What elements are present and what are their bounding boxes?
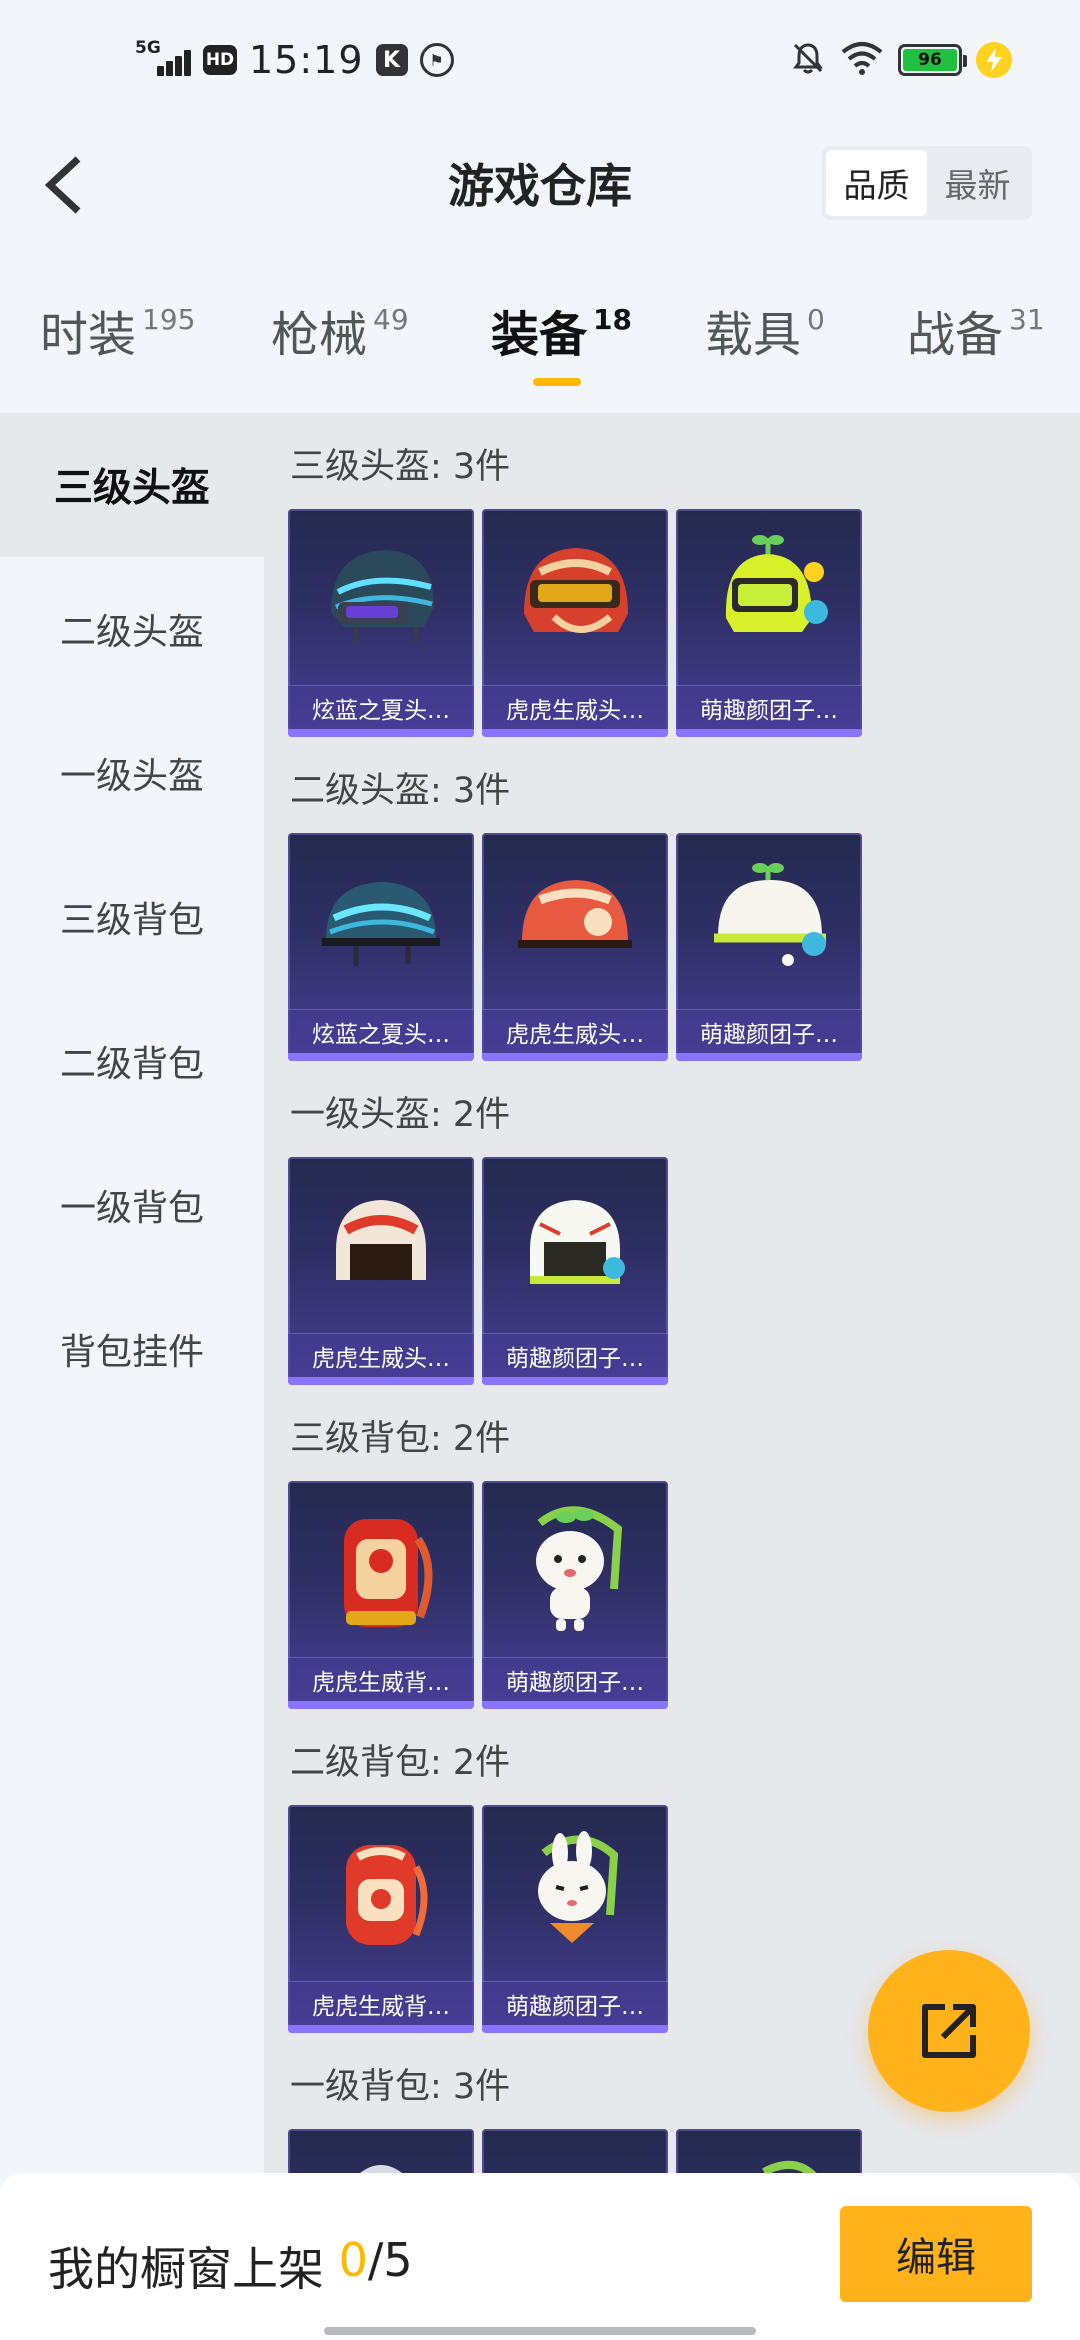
item-card[interactable]: 萌趣颜团子… <box>482 1157 668 1385</box>
showcase-total: /5 <box>367 2233 413 2287</box>
red-open-helmet-icon <box>288 1157 474 1333</box>
item-name: 虎虎生威头… <box>482 1009 668 1053</box>
red-helmet-icon <box>482 833 668 1009</box>
tab-combat-supplies[interactable]: 战备 31 <box>907 300 1045 370</box>
red-backpack-icon <box>288 1481 474 1657</box>
blue-helmet-icon <box>288 833 474 1009</box>
section-title: 二级背包: 2件 <box>290 1743 511 1783</box>
sort-toggle: 品质 最新 <box>822 146 1032 220</box>
sidebar-item-backpack-charm[interactable]: 背包挂件 <box>0 1277 264 1421</box>
item-name: 虎虎生威背… <box>288 1981 474 2025</box>
tab-fashion[interactable]: 时装 195 <box>40 300 195 370</box>
item-name: 炫蓝之夏头… <box>288 1009 474 1053</box>
item-name: 虎虎生威头… <box>288 1333 474 1377</box>
item-name: 萌趣颜团子… <box>676 685 862 729</box>
item-name: 萌趣颜团子… <box>482 1981 668 2025</box>
sidebar-item-level1-backpack[interactable]: 一级背包 <box>0 1133 264 1277</box>
section-title: 三级头盔: 3件 <box>290 447 511 487</box>
item-card[interactable]: 萌趣颜团子… <box>676 509 862 737</box>
blue-helmet-icon <box>288 509 474 685</box>
sidebar-item-level2-backpack[interactable]: 二级背包 <box>0 989 264 1133</box>
app-notification-icon-2: ⚑ <box>419 43 454 77</box>
item-card[interactable]: 虎虎生威背… <box>288 1805 474 2033</box>
sidebar-item-level1-helmet[interactable]: 一级头盔 <box>0 701 264 845</box>
item-name: 虎虎生威头… <box>482 685 668 729</box>
showcase-count: 0 <box>338 2233 368 2287</box>
section-title: 一级背包: 3件 <box>290 2067 511 2107</box>
backpack-icon <box>676 2129 862 2173</box>
item-card[interactable]: 虎虎生威背… <box>288 1481 474 1709</box>
item-list: 三级头盔: 3件 炫蓝之夏头… 虎虎生威头… 萌趣颜团子… 二级头盔: 3件 炫… <box>264 413 1080 2173</box>
app-notification-icon: K <box>375 44 408 76</box>
tab-firearms[interactable]: 枪械 49 <box>271 300 409 370</box>
item-card[interactable] <box>482 2129 668 2173</box>
section-title: 二级头盔: 3件 <box>290 771 511 811</box>
battery-level: 96 <box>903 49 957 71</box>
bun-backpack-icon <box>482 1805 668 1981</box>
item-card[interactable]: 萌趣颜团子… <box>482 1481 668 1709</box>
cellular-signal-icon: 5G <box>135 38 191 80</box>
share-button[interactable] <box>868 1950 1030 2112</box>
item-card[interactable]: 虎虎生威头… <box>482 509 668 737</box>
bottom-bar: 我的橱窗上架 0 /5 编辑 <box>0 2173 1080 2340</box>
item-card[interactable]: 虎虎生威头… <box>482 833 668 1061</box>
sort-quality-button[interactable]: 品质 <box>826 150 927 216</box>
battery-icon: 96 <box>898 44 967 76</box>
sidebar-item-level2-helmet[interactable]: 二级头盔 <box>0 557 264 701</box>
sidebar-item-level3-helmet[interactable]: 三级头盔 <box>0 413 264 557</box>
bun-backpack-icon <box>482 1481 668 1657</box>
white-green-helmet-icon <box>676 833 862 1009</box>
back-arrow-icon <box>44 156 81 214</box>
section-title: 三级背包: 2件 <box>290 1419 511 1459</box>
back-button[interactable] <box>24 140 104 230</box>
tab-equipment[interactable]: 装备 18 <box>491 300 632 370</box>
item-card[interactable] <box>288 2129 474 2173</box>
charging-icon <box>976 42 1012 78</box>
item-card[interactable] <box>676 2129 862 2173</box>
item-name: 炫蓝之夏头… <box>288 685 474 729</box>
edit-button[interactable]: 编辑 <box>840 2206 1032 2302</box>
item-card[interactable]: 萌趣颜团子… <box>676 833 862 1061</box>
active-tab-indicator <box>533 378 581 386</box>
red-helmet-icon <box>482 509 668 685</box>
subcategory-sidebar: 三级头盔 二级头盔 一级头盔 三级背包 二级背包 一级背包 背包挂件 <box>0 413 264 2173</box>
item-name: 萌趣颜团子… <box>482 1333 668 1377</box>
red-backpack-icon <box>288 1805 474 1981</box>
home-indicator[interactable] <box>324 2327 756 2335</box>
item-card[interactable]: 萌趣颜团子… <box>482 1805 668 2033</box>
tab-vehicles[interactable]: 载具 0 <box>705 300 825 370</box>
item-name: 虎虎生威背… <box>288 1657 474 1701</box>
section-title: 一级头盔: 2件 <box>290 1095 511 1135</box>
item-card[interactable]: 炫蓝之夏头… <box>288 833 474 1061</box>
status-time: 15:19 <box>249 38 364 82</box>
hd-icon: HD <box>203 45 237 75</box>
wifi-icon <box>840 40 884 80</box>
sidebar-item-level3-backpack[interactable]: 三级背包 <box>0 845 264 989</box>
sort-newest-button[interactable]: 最新 <box>927 150 1028 216</box>
item-name: 萌趣颜团子… <box>676 1009 862 1053</box>
item-card[interactable]: 虎虎生威头… <box>288 1157 474 1385</box>
mute-bell-icon <box>790 40 826 80</box>
backpack-icon <box>288 2129 474 2173</box>
green-helmet-icon <box>676 509 862 685</box>
item-card[interactable]: 炫蓝之夏头… <box>288 509 474 737</box>
white-open-helmet-icon <box>482 1157 668 1333</box>
showcase-status: 我的橱窗上架 0 /5 <box>48 2233 413 2299</box>
share-icon <box>922 2004 976 2058</box>
item-name: 萌趣颜团子… <box>482 1657 668 1701</box>
status-bar: 5G HD 15:19 K ⚑ 96 <box>0 0 1080 120</box>
